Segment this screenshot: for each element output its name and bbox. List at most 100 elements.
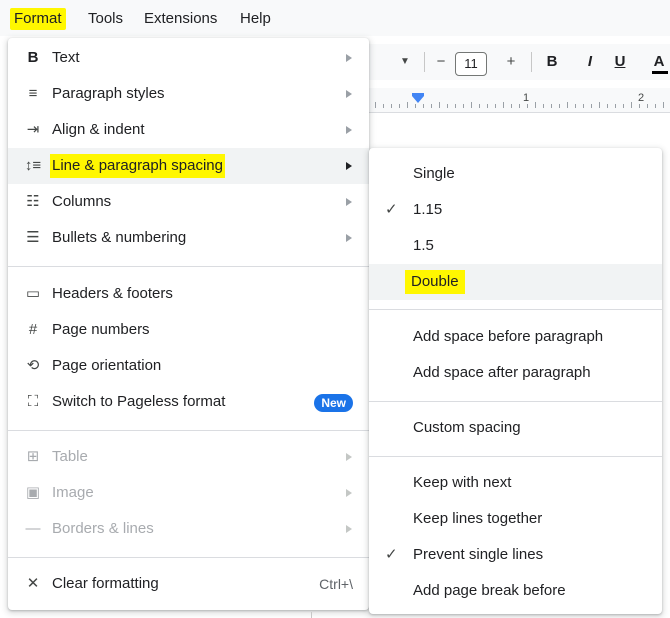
menu-extensions[interactable]: Extensions [140,8,221,30]
keep-with-next[interactable]: Keep with next [369,465,662,501]
menu-item-label: Borders & lines [52,520,154,537]
spacing-option-1-15[interactable]: ✓ 1.15 [369,192,662,228]
menu-item-label: Columns [52,193,112,210]
menu-item-label: 1.5 [413,237,434,254]
bulleted-list-icon: ☰ [26,229,40,246]
submenu-arrow-icon [346,54,352,62]
menu-divider [8,266,369,267]
menu-item-borders-lines[interactable]: — Borders & lines [8,511,369,547]
shortcut-text: Ctrl+\ [319,576,353,592]
menu-item-label: Add page break before [413,582,566,599]
ruler-tick [535,102,536,108]
menu-format[interactable]: Format [10,8,66,30]
submenu-arrow-icon [346,453,352,461]
ruler-tick [559,104,560,108]
menu-item-label: Switch to Pageless format [52,393,226,410]
ruler-tick [519,104,520,108]
ruler-tick [487,104,488,108]
menu-item-label: Add space before paragraph [413,328,604,345]
ruler-label: 1 [523,92,530,104]
menu-item-bullets-numbering[interactable]: ☰ Bullets & numbering [8,220,369,256]
ruler-tick [527,104,528,108]
menu-divider [369,309,662,310]
menu-item-label: Page numbers [52,321,150,338]
ruler-tick [623,104,624,108]
ruler-tick [423,104,424,108]
prevent-single-lines[interactable]: ✓ Prevent single lines [369,537,662,573]
ruler-tick [663,102,664,108]
font-size-input[interactable]: 11 [455,52,487,76]
increase-font-size-button[interactable]: + [503,44,519,80]
ruler-tick [591,104,592,108]
menu-divider [369,401,662,402]
table-icon: ⊞ [26,448,40,465]
menu-help[interactable]: Help [236,8,275,30]
ruler-tick [647,104,648,108]
underline-button[interactable]: U [613,44,627,80]
menu-item-label: Custom spacing [413,419,521,436]
add-space-after-paragraph[interactable]: Add space after paragraph [369,355,662,391]
menu-item-label: Single [413,165,455,182]
line-spacing-icon: ↕≡ [24,157,42,174]
menu-item-text[interactable]: B Text [8,40,369,76]
ruler-tick [639,104,640,108]
menu-tools[interactable]: Tools [84,8,127,30]
menu-item-line-paragraph-spacing[interactable]: ↕≡ Line & paragraph spacing [8,148,369,184]
ruler-tick [383,104,384,108]
format-menu: B Text ≡ Paragraph styles ⇥ Align & inde… [8,38,369,610]
menu-bar: Format Tools Extensions Help [0,0,670,36]
keep-lines-together[interactable]: Keep lines together [369,501,662,537]
menu-item-clear-formatting[interactable]: ✕ Clear formatting Ctrl+\ [8,566,369,602]
headers-footers-icon: ▭ [25,285,41,302]
ruler-tick [447,104,448,108]
checkmark-icon: ✓ [385,546,398,563]
menu-item-headers-footers[interactable]: ▭ Headers & footers [8,276,369,312]
ruler-tick [615,104,616,108]
italic-button[interactable]: I [583,44,597,80]
menu-item-label: Keep lines together [413,510,543,527]
text-color-button[interactable]: A [652,44,666,80]
menu-item-switch-pageless[interactable]: ⛶ Switch to Pageless format New [8,384,369,420]
ruler-tick [415,104,416,108]
menu-item-align-indent[interactable]: ⇥ Align & indent [8,112,369,148]
menu-item-label: Image [52,484,94,501]
custom-spacing[interactable]: Custom spacing [369,410,662,446]
ruler-tick [471,102,472,108]
ruler-tick [479,104,480,108]
add-space-before-paragraph[interactable]: Add space before paragraph [369,319,662,355]
ruler-tick [575,104,576,108]
font-dropdown-arrow-icon[interactable]: ▼ [399,44,411,80]
spacing-option-1-5[interactable]: 1.5 [369,228,662,264]
text-color-swatch [652,71,668,74]
menu-item-label: Keep with next [413,474,512,491]
pageless-icon: ⛶ [27,393,39,410]
bold-button[interactable]: B [545,44,559,80]
ruler-tick [399,104,400,108]
menu-item-paragraph-styles[interactable]: ≡ Paragraph styles [8,76,369,112]
add-page-break-before[interactable]: Add page break before [369,573,662,609]
menu-item-label: Prevent single lines [413,546,544,563]
toolbar: ▼ − + B I U A [369,44,670,80]
menu-item-label: Text [52,49,80,66]
menu-item-columns[interactable]: ☷ Columns [8,184,369,220]
clear-formatting-icon: ✕ [26,575,40,592]
spacing-option-single[interactable]: Single [369,156,662,192]
menu-item-label: Table [52,448,88,465]
menu-item-page-numbers[interactable]: # Page numbers [8,312,369,348]
borders-lines-icon: — [25,520,41,537]
ruler-tick [439,102,440,108]
menu-item-page-orientation[interactable]: ⟲ Page orientation [8,348,369,384]
toolbar-divider [424,52,425,72]
menu-item-image[interactable]: ▣ Image [8,475,369,511]
decrease-font-size-button[interactable]: − [433,44,449,80]
menu-item-table[interactable]: ⊞ Table [8,439,369,475]
checkmark-icon: ✓ [385,201,398,218]
menu-item-label: Paragraph styles [52,85,165,102]
spacing-option-double[interactable]: Double [369,264,662,300]
indent-marker[interactable] [412,96,424,103]
submenu-arrow-icon [346,525,352,533]
ruler-tick [455,104,456,108]
menu-item-label: Line & paragraph spacing [50,154,225,178]
ruler-tick [511,104,512,108]
ruler-tick [375,102,376,108]
